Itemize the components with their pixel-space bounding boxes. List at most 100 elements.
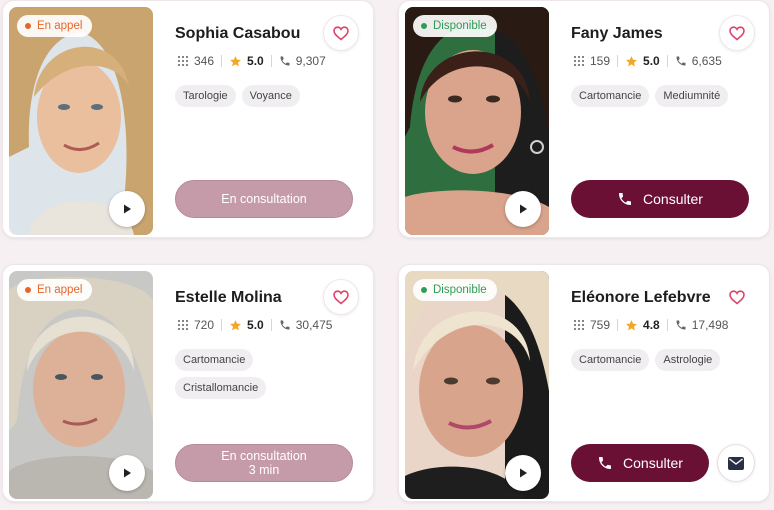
tag-cartomancie[interactable]: Cartomancie xyxy=(571,349,650,371)
heart-icon xyxy=(729,289,745,305)
expert-photo[interactable]: Disponible xyxy=(405,7,549,235)
expert-photo[interactable]: En appel xyxy=(9,271,153,499)
divider xyxy=(221,319,223,331)
divider xyxy=(617,319,619,331)
divider xyxy=(270,319,272,331)
status-label: En appel xyxy=(37,20,83,32)
favorite-button[interactable] xyxy=(719,279,755,315)
in-consultation-button[interactable]: En consultation 3 min xyxy=(175,444,353,482)
reviews-count: 159 xyxy=(590,54,611,68)
status-dot xyxy=(25,23,31,29)
reviews-grid-icon xyxy=(177,55,189,67)
favorite-button[interactable] xyxy=(719,15,755,51)
play-icon xyxy=(124,204,131,214)
expert-photo[interactable]: Disponible xyxy=(405,271,549,499)
status-label: Disponible xyxy=(433,284,487,296)
message-button[interactable] xyxy=(717,444,755,482)
divider xyxy=(666,319,668,331)
tag-tarologie[interactable]: Tarologie xyxy=(175,85,236,107)
phone-icon xyxy=(599,457,612,469)
status-label: Disponible xyxy=(433,20,487,32)
reviews-count: 720 xyxy=(194,318,215,332)
status-dot xyxy=(25,287,31,293)
status-dot xyxy=(421,287,427,293)
reviews-grid-icon xyxy=(177,319,189,331)
play-audio-button[interactable] xyxy=(505,455,541,491)
phone-icon xyxy=(619,193,632,205)
tag-cartomancie[interactable]: Cartomancie xyxy=(571,85,650,107)
status-badge: En appel xyxy=(17,15,93,37)
star-icon xyxy=(626,319,637,330)
expert-stats: 346 5.0 9,307 xyxy=(177,54,326,68)
expert-card[interactable]: En appel Sophia Casabou 346 5.0 9,307 Ta… xyxy=(2,0,374,238)
divider xyxy=(221,55,223,67)
phone-icon xyxy=(280,56,290,66)
status-badge: Disponible xyxy=(413,279,497,301)
reviews-grid-icon xyxy=(573,55,585,67)
specialty-tags: Cartomancie Astrologie xyxy=(571,349,757,371)
favorite-button[interactable] xyxy=(323,15,359,51)
expert-card[interactable]: Disponible Eléonore Lefebvre 759 4.8 17,… xyxy=(398,264,770,502)
divider xyxy=(617,55,619,67)
expert-stats: 159 5.0 6,635 xyxy=(573,54,722,68)
status-badge: Disponible xyxy=(413,15,497,37)
reviews-count: 759 xyxy=(590,318,611,332)
button-label: En consultation xyxy=(221,192,307,206)
rating-value: 5.0 xyxy=(643,54,660,68)
phone-icon xyxy=(676,56,686,66)
calls-count: 6,635 xyxy=(691,54,722,68)
expert-name[interactable]: Eléonore Lefebvre xyxy=(571,289,711,307)
specialty-tags: Tarologie Voyance xyxy=(175,85,361,107)
heart-icon xyxy=(333,25,349,41)
expert-stats: 720 5.0 30,475 xyxy=(177,318,332,332)
consult-button[interactable]: Consulter xyxy=(571,444,709,482)
tag-cristallomancie[interactable]: Cristallomancie xyxy=(175,377,267,399)
play-icon xyxy=(124,468,131,478)
star-icon xyxy=(230,319,241,330)
button-label: En consultation xyxy=(221,449,307,463)
expert-card[interactable]: En appel Estelle Molina 720 5.0 30,475 C… xyxy=(2,264,374,502)
divider xyxy=(666,55,668,67)
divider xyxy=(270,55,272,67)
calls-count: 30,475 xyxy=(295,318,333,332)
play-audio-button[interactable] xyxy=(109,191,145,227)
tag-voyance[interactable]: Voyance xyxy=(241,85,300,107)
calls-count: 17,498 xyxy=(691,318,729,332)
specialty-tags: Cartomancie Cristallomancie xyxy=(175,349,295,399)
specialty-tags: Cartomancie Mediumnité xyxy=(571,85,757,107)
star-icon xyxy=(230,55,241,66)
in-consultation-button[interactable]: En consultation xyxy=(175,180,353,218)
reviews-grid-icon xyxy=(573,319,585,331)
expert-photo[interactable]: En appel xyxy=(9,7,153,235)
reviews-count: 346 xyxy=(194,54,215,68)
play-icon xyxy=(520,204,527,214)
status-dot xyxy=(421,23,427,29)
expert-name[interactable]: Fany James xyxy=(571,25,663,43)
rating-value: 5.0 xyxy=(247,54,264,68)
calls-count: 9,307 xyxy=(295,54,326,68)
button-label: Consulter xyxy=(623,455,683,471)
button-label: Consulter xyxy=(643,191,703,207)
heart-icon xyxy=(333,289,349,305)
heart-icon xyxy=(729,25,745,41)
consult-button[interactable]: Consulter xyxy=(571,180,749,218)
rating-value: 5.0 xyxy=(247,318,264,332)
play-audio-button[interactable] xyxy=(505,191,541,227)
consultation-duration: 3 min xyxy=(248,463,280,477)
play-audio-button[interactable] xyxy=(109,455,145,491)
status-label: En appel xyxy=(37,284,83,296)
phone-icon xyxy=(280,320,290,330)
tag-astrologie[interactable]: Astrologie xyxy=(655,349,721,371)
tag-mediumnite[interactable]: Mediumnité xyxy=(655,85,729,107)
favorite-button[interactable] xyxy=(323,279,359,315)
expert-name[interactable]: Sophia Casabou xyxy=(175,25,300,43)
phone-icon xyxy=(676,320,686,330)
tag-cartomancie[interactable]: Cartomancie xyxy=(175,349,254,371)
expert-name[interactable]: Estelle Molina xyxy=(175,289,282,307)
expert-card[interactable]: Disponible Fany James 159 5.0 6,635 Cart… xyxy=(398,0,770,238)
expert-stats: 759 4.8 17,498 xyxy=(573,318,728,332)
play-icon xyxy=(520,468,527,478)
star-icon xyxy=(626,55,637,66)
rating-value: 4.8 xyxy=(643,318,660,332)
status-badge: En appel xyxy=(17,279,93,301)
